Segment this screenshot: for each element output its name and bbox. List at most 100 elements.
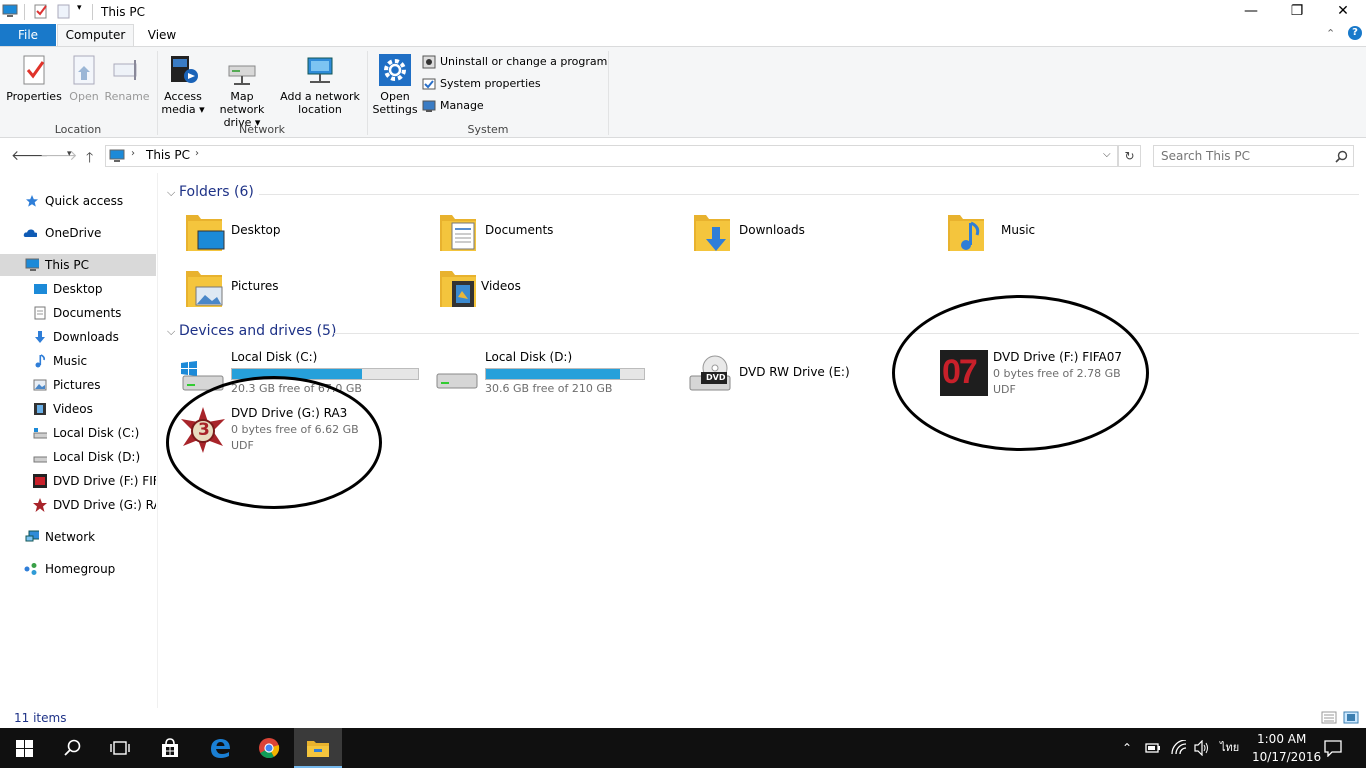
status-bar: 11 items [0,708,1366,728]
details-view-icon[interactable] [1321,711,1337,724]
cloud-icon [23,229,37,237]
customize-quick-access-icon[interactable]: ▾ [77,3,82,13]
uninstall-program-button[interactable]: Uninstall or change a program [422,53,607,71]
desktop-icon [34,284,47,294]
folder-tile-music[interactable]: Music [946,209,1186,259]
folder-tile-documents[interactable]: Documents [438,209,678,259]
help-icon[interactable]: ? [1348,26,1362,40]
sidebar-item-local-disk-c[interactable]: Local Disk (C:) [0,422,156,444]
drive-tile-dvd-rw-e[interactable]: DVD DVD RW Drive (E:) [687,350,887,398]
properties-icon [23,55,45,85]
folder-label: Videos [481,279,521,293]
add-network-location-button[interactable]: Add a network location [280,54,360,116]
search-taskbar-button[interactable] [48,728,96,768]
sidebar-item-quick-access[interactable]: Quick access [0,190,156,212]
sidebar-item-local-disk-d[interactable]: Local Disk (D:) [0,446,156,468]
new-folder-quick-icon[interactable] [56,3,72,19]
tab-view[interactable]: View [134,24,190,46]
collapse-chevron-icon[interactable]: ⌵ [167,325,179,339]
sidebar-item-onedrive[interactable]: OneDrive [0,222,156,244]
show-hidden-icons-button[interactable]: ⌃ [1122,728,1132,768]
tab-file[interactable]: File [0,24,56,46]
sidebar-item-music[interactable]: Music [0,350,156,372]
rename-label: Rename [104,90,150,103]
sidebar-item-pictures[interactable]: Pictures [0,374,156,396]
edge-browser-icon [211,739,230,758]
wifi-icon[interactable] [1170,740,1188,756]
collapse-ribbon-icon[interactable]: ⌃ [1326,27,1335,40]
input-language-indicator[interactable]: ไทย [1220,728,1239,768]
folders-group-header[interactable]: ⌵ Folders (6) [167,184,254,200]
network-group-label: Network [239,123,285,136]
properties-quick-icon[interactable] [33,3,49,19]
title-bar: ▾ This PC — ❐ ✕ [0,0,1366,24]
sidebar-item-dvd-g[interactable]: DVD Drive (G:) RA3 [0,494,156,516]
open-button[interactable]: Open [66,54,102,103]
breadcrumb-this-pc[interactable]: This PC [146,148,190,162]
devices-group-header[interactable]: ⌵ Devices and drives (5) [167,323,336,339]
minimize-button[interactable]: — [1228,0,1274,24]
action-center-icon[interactable] [1324,740,1342,757]
file-explorer-button[interactable] [294,728,342,768]
folder-tile-pictures[interactable]: Pictures [184,265,424,315]
sidebar-item-videos[interactable]: Videos [0,398,156,420]
chrome-button[interactable] [245,728,293,768]
up-button[interactable]: 🡑 [86,147,93,171]
pictures-folder-icon [186,271,223,307]
add-location-label: Add a network [280,90,360,103]
open-settings-label-2: Settings [372,103,418,116]
properties-label: Properties [6,90,62,103]
refresh-button[interactable]: ↻ [1118,145,1141,167]
tab-computer[interactable]: Computer [57,24,134,47]
search-box[interactable] [1153,145,1354,167]
desktop-folder-icon [186,215,225,251]
ra3-disc-icon [33,498,47,512]
access-media-button[interactable]: Access media ▾ [161,54,205,116]
store-button[interactable] [146,728,194,768]
start-button[interactable] [0,728,48,768]
large-icons-view-icon[interactable] [1343,711,1359,724]
system-properties-button[interactable]: System properties [422,75,541,93]
sidebar-item-desktop[interactable]: Desktop [0,278,156,300]
map-network-drive-button[interactable]: Map network drive ▾ [207,54,277,129]
address-bar[interactable]: › This PC › ⌵ [105,145,1118,167]
sidebar-item-network[interactable]: Network [0,526,156,548]
search-icon[interactable] [1335,150,1348,163]
manage-button[interactable]: Manage [422,97,484,115]
restore-button[interactable]: ❐ [1274,0,1320,24]
close-button[interactable]: ✕ [1320,0,1366,24]
sidebar-item-downloads[interactable]: Downloads [0,326,156,348]
task-view-button[interactable] [96,728,144,768]
sidebar-item-this-pc[interactable]: This PC [0,254,156,276]
sidebar-item-documents[interactable]: Documents [0,302,156,324]
edge-button[interactable] [196,728,244,768]
rename-icon [113,60,137,80]
rename-button[interactable]: Rename [104,54,150,103]
folder-tile-downloads[interactable]: Downloads [692,209,932,259]
recent-locations-button[interactable]: ▾ [67,149,72,159]
sidebar-item-label: Local Disk (D:) [53,450,141,464]
drive-tile-local-disk-d[interactable]: Local Disk (D:) 30.6 GB free of 210 GB [433,350,683,398]
folder-tile-desktop[interactable]: Desktop [184,209,424,259]
music-note-icon [35,354,45,368]
battery-plug-icon[interactable] [1144,741,1162,755]
sidebar-item-label: Network [45,530,96,544]
this-pc-icon [25,258,39,271]
sidebar-item-label: Homegroup [45,562,116,576]
open-settings-button[interactable]: Open Settings [372,54,418,116]
breadcrumb-chevron-icon[interactable]: › [131,148,135,159]
address-dropdown-icon[interactable]: ⌵ [1103,149,1111,160]
collapse-chevron-icon[interactable]: ⌵ [167,186,179,200]
search-input[interactable] [1154,146,1324,166]
clock-time[interactable]: 1:00 AM [1257,732,1306,746]
sidebar-item-dvd-f[interactable]: DVD Drive (F:) FIFA07 [0,470,156,492]
clock-date[interactable]: 10/17/2016 [1252,750,1321,764]
store-bag-icon [162,738,178,757]
properties-button[interactable]: Properties [5,54,63,103]
taskbar: ⌃ ไทย 1:00 AM 10/17/2016 [0,728,1366,768]
volume-icon[interactable] [1193,740,1211,756]
folder-tile-videos[interactable]: Videos [438,265,678,315]
breadcrumb-chevron-icon[interactable]: › [195,148,199,159]
videos-folder-icon [440,271,476,307]
sidebar-item-homegroup[interactable]: Homegroup [0,558,156,580]
